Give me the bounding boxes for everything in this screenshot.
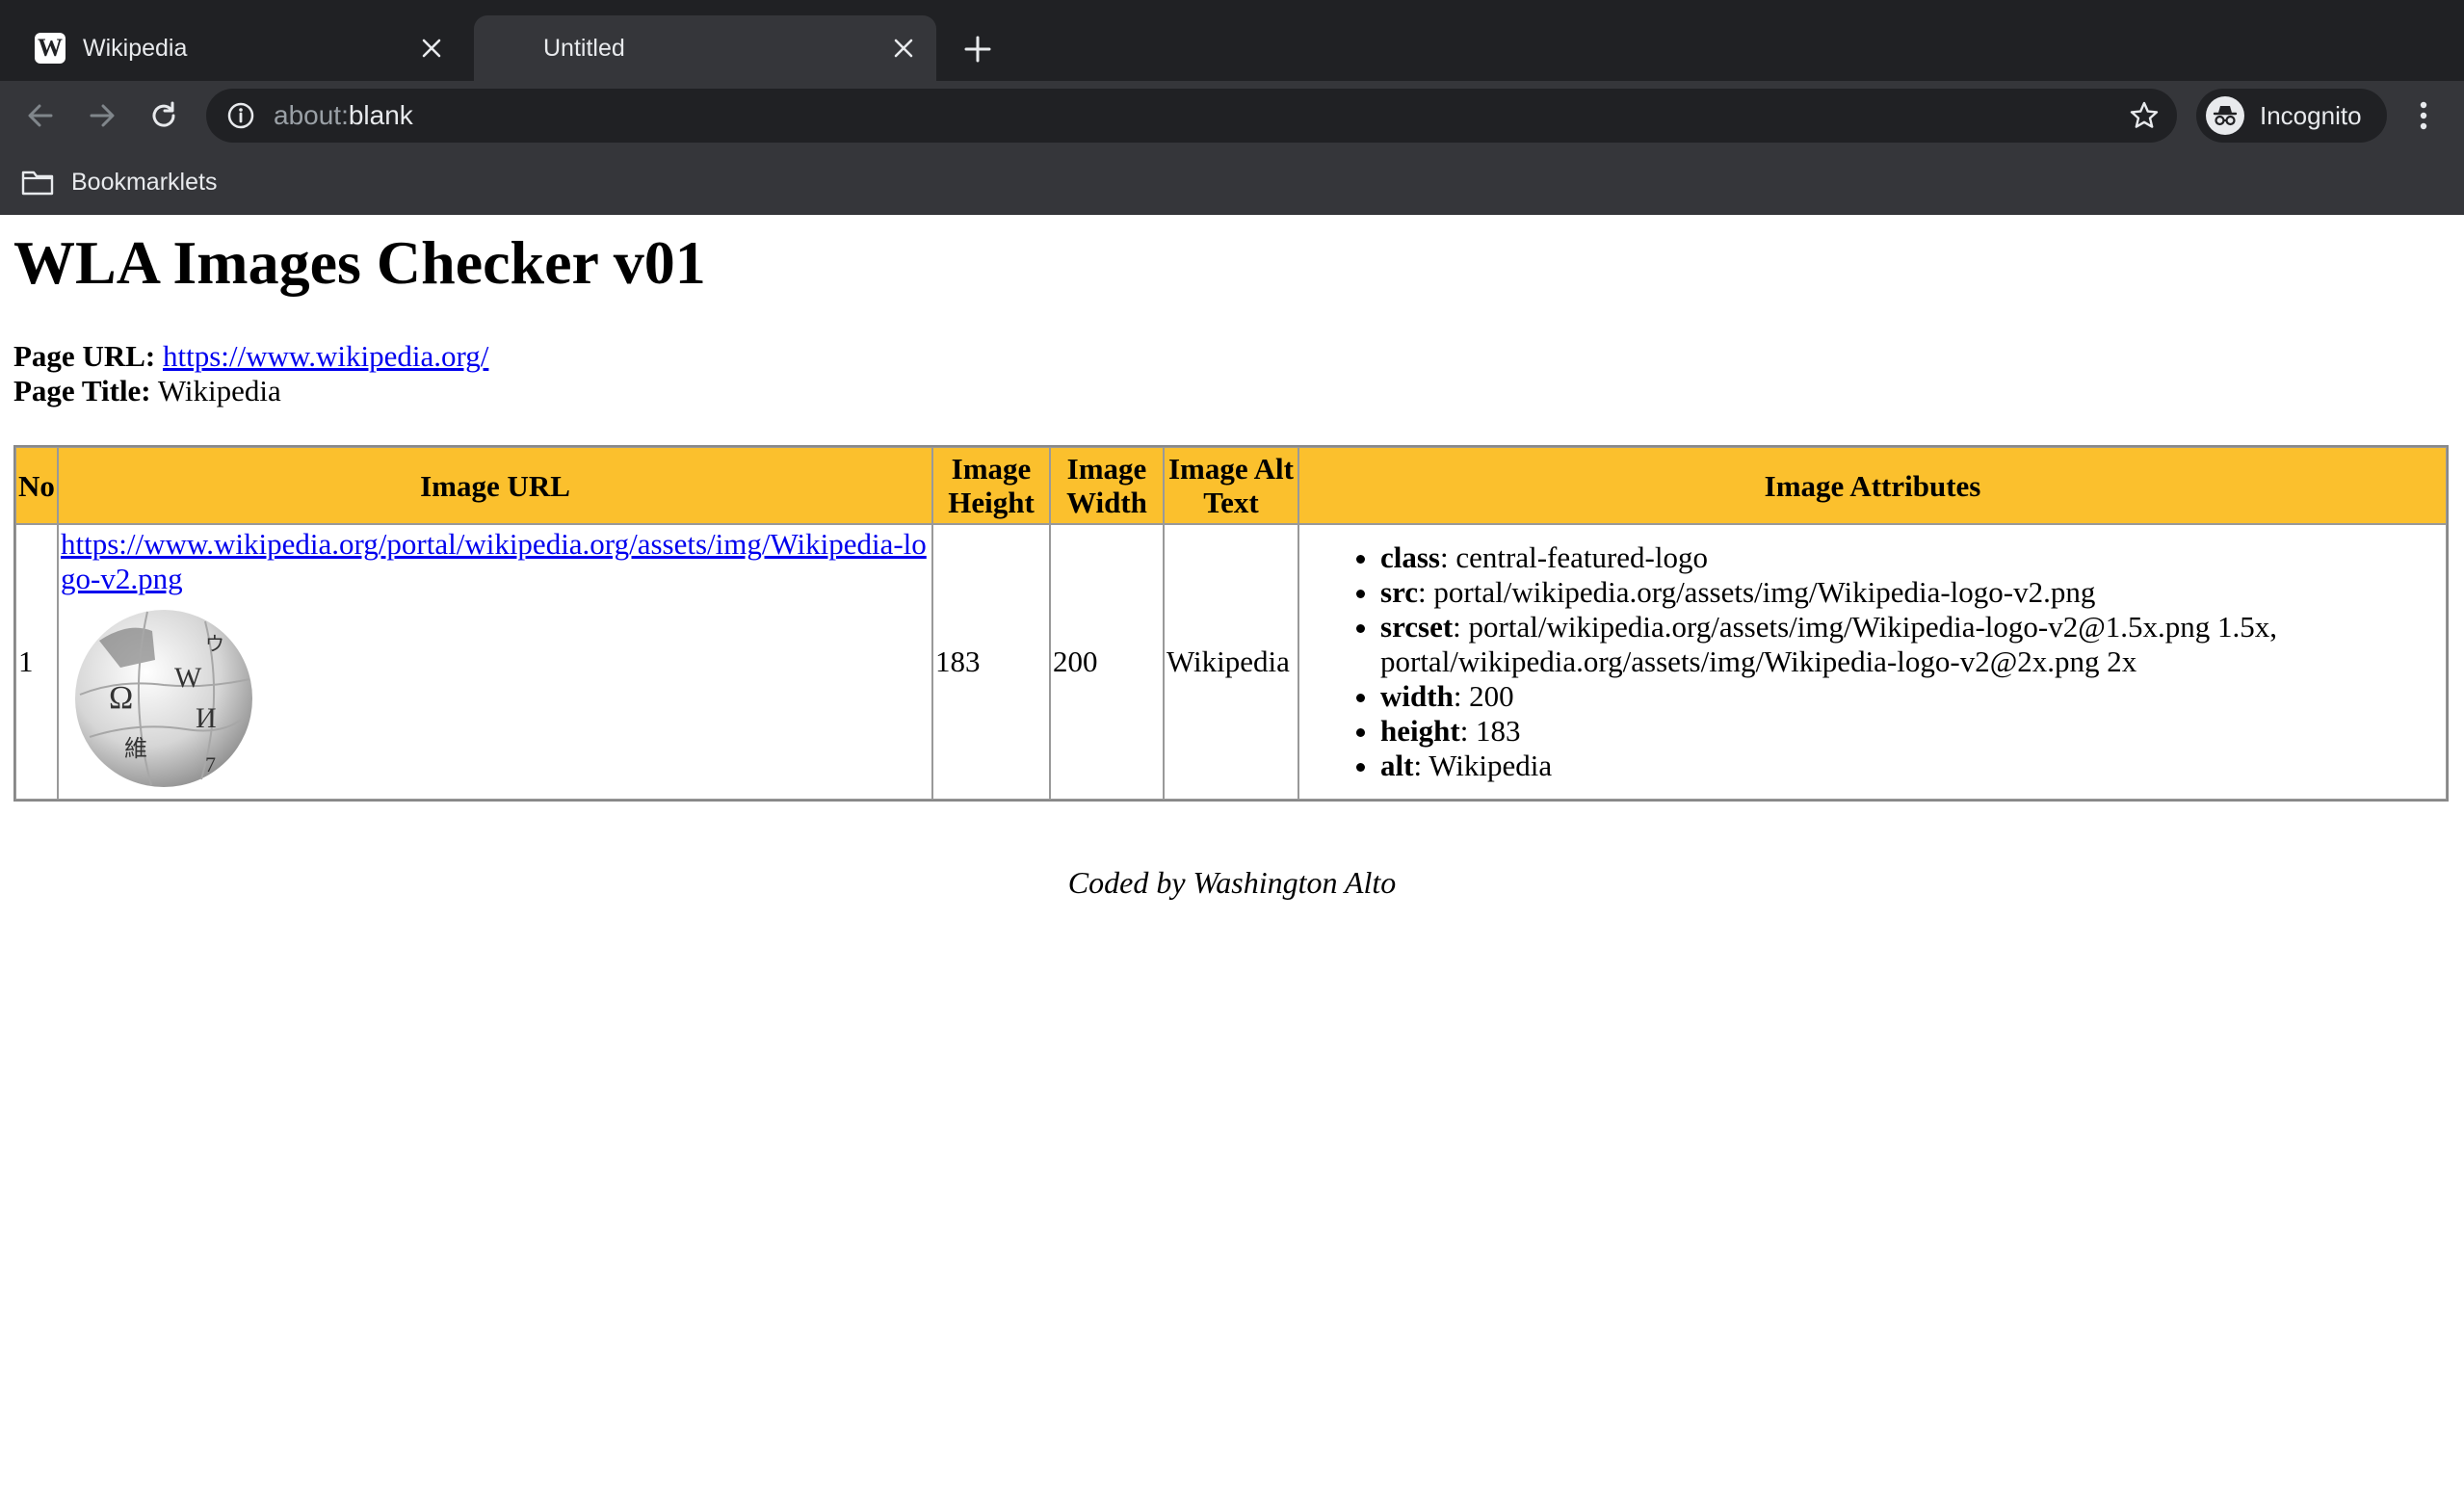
- plus-icon: [964, 36, 991, 63]
- header-image-url: Image URL: [58, 447, 932, 524]
- attr-value: : portal/wikipedia.org/assets/img/Wikipe…: [1418, 575, 2096, 609]
- incognito-profile-button[interactable]: Incognito: [2196, 89, 2387, 143]
- new-tab-button[interactable]: [954, 25, 1002, 73]
- browser-menu-button[interactable]: [2404, 94, 2443, 137]
- bookmarks-bar: Bookmarklets: [0, 150, 2464, 215]
- attr-value: : 200: [1453, 679, 1514, 713]
- page-title-value: Wikipedia: [157, 374, 281, 408]
- info-icon[interactable]: [225, 100, 256, 131]
- browser-toolbar: about:blank Incognito: [0, 81, 2464, 150]
- svg-text:И: И: [196, 702, 217, 734]
- back-button[interactable]: [19, 94, 62, 137]
- incognito-icon: [2206, 96, 2244, 135]
- page-url-label: Page URL:: [13, 339, 156, 373]
- attr-value: : 183: [1459, 714, 1521, 748]
- cell-alt: Wikipedia: [1164, 524, 1298, 800]
- attr-value: : central-featured-logo: [1440, 540, 1708, 574]
- page-content: WLA Images Checker v01 Page URL: https:/…: [0, 214, 2464, 1499]
- list-item: srcset: portal/wikipedia.org/assets/img/…: [1380, 610, 2444, 679]
- close-tab-icon[interactable]: [412, 29, 451, 67]
- image-url-link[interactable]: https://www.wikipedia.org/portal/wikiped…: [61, 527, 927, 595]
- svg-text:ウ: ウ: [205, 632, 224, 655]
- tab-wikipedia[interactable]: W Wikipedia: [17, 15, 464, 81]
- page-heading: WLA Images Checker v01: [13, 228, 706, 297]
- tab-strip: W Wikipedia Untitled: [0, 0, 2464, 81]
- cell-no: 1: [15, 524, 58, 800]
- reload-icon: [152, 101, 175, 127]
- tab-title: Untitled: [543, 34, 625, 62]
- close-tab-icon[interactable]: [884, 29, 923, 67]
- tab-title: Wikipedia: [83, 34, 188, 62]
- page-title-line: Page Title: Wikipedia: [13, 374, 488, 408]
- cell-width: 200: [1050, 524, 1164, 800]
- bookmark-folder-bookmarklets[interactable]: Bookmarklets: [21, 162, 217, 202]
- table-header-row: No Image URL Image Height Image Width Im…: [15, 447, 2447, 524]
- attr-name: width: [1380, 679, 1454, 713]
- bookmark-label: Bookmarklets: [71, 168, 218, 196]
- svg-text:7: 7: [205, 752, 216, 776]
- bookmark-star-icon[interactable]: [2127, 98, 2162, 133]
- svg-text:W: W: [174, 662, 202, 694]
- attr-value: : Wikipedia: [1413, 749, 1553, 782]
- images-table: No Image URL Image Height Image Width Im…: [13, 445, 2449, 802]
- list-item: alt: Wikipedia: [1380, 749, 2444, 783]
- address-scheme: about:: [274, 100, 349, 130]
- page-url-link[interactable]: https://www.wikipedia.org/: [163, 339, 488, 373]
- header-image-attributes: Image Attributes: [1298, 447, 2447, 524]
- address-bar[interactable]: about:blank: [206, 89, 2177, 143]
- attr-name: srcset: [1380, 610, 1454, 644]
- svg-text:Ω: Ω: [109, 680, 133, 716]
- address-rest: blank: [348, 100, 413, 130]
- page-title-label: Page Title:: [13, 374, 151, 408]
- arrow-left-icon: [28, 104, 53, 127]
- header-image-width: Image Width: [1050, 447, 1164, 524]
- wikipedia-favicon-icon: W: [35, 33, 66, 64]
- kebab-menu-icon: [2420, 101, 2427, 130]
- attributes-list: class: central-featured-logo src: portal…: [1301, 540, 2444, 783]
- cell-height: 183: [932, 524, 1050, 800]
- tab-untitled[interactable]: Untitled: [474, 15, 936, 81]
- list-item: src: portal/wikipedia.org/assets/img/Wik…: [1380, 575, 2444, 610]
- attr-value: : portal/wikipedia.org/assets/img/Wikipe…: [1380, 610, 2278, 678]
- reload-button[interactable]: [143, 94, 185, 137]
- header-image-alt: Image Alt Text: [1164, 447, 1298, 524]
- attr-name: class: [1380, 540, 1440, 574]
- list-item: class: central-featured-logo: [1380, 540, 2444, 575]
- wikipedia-globe-image: Ω W И 維 ウ 7: [75, 610, 252, 787]
- list-item: height: 183: [1380, 714, 2444, 749]
- header-image-height: Image Height: [932, 447, 1050, 524]
- cell-attributes: class: central-featured-logo src: portal…: [1298, 524, 2447, 800]
- table-row: 1 https://www.wikipedia.org/portal/wikip…: [15, 524, 2447, 800]
- cell-image-url: https://www.wikipedia.org/portal/wikiped…: [58, 524, 932, 800]
- attr-name: height: [1380, 714, 1460, 748]
- list-item: width: 200: [1380, 679, 2444, 714]
- attr-name: alt: [1380, 749, 1414, 782]
- svg-text:維: 維: [124, 735, 147, 762]
- address-text: about:blank: [274, 100, 413, 131]
- page-meta: Page URL: https://www.wikipedia.org/ Pag…: [13, 339, 488, 408]
- footer-credit: Coded by Washington Alto: [1067, 865, 1397, 900]
- header-no: No: [15, 447, 58, 524]
- folder-icon: [21, 168, 56, 197]
- arrow-right-icon: [90, 104, 115, 127]
- attr-name: src: [1380, 575, 1419, 609]
- forward-button[interactable]: [81, 94, 123, 137]
- page-url-line: Page URL: https://www.wikipedia.org/: [13, 339, 488, 374]
- incognito-label: Incognito: [2260, 100, 2362, 130]
